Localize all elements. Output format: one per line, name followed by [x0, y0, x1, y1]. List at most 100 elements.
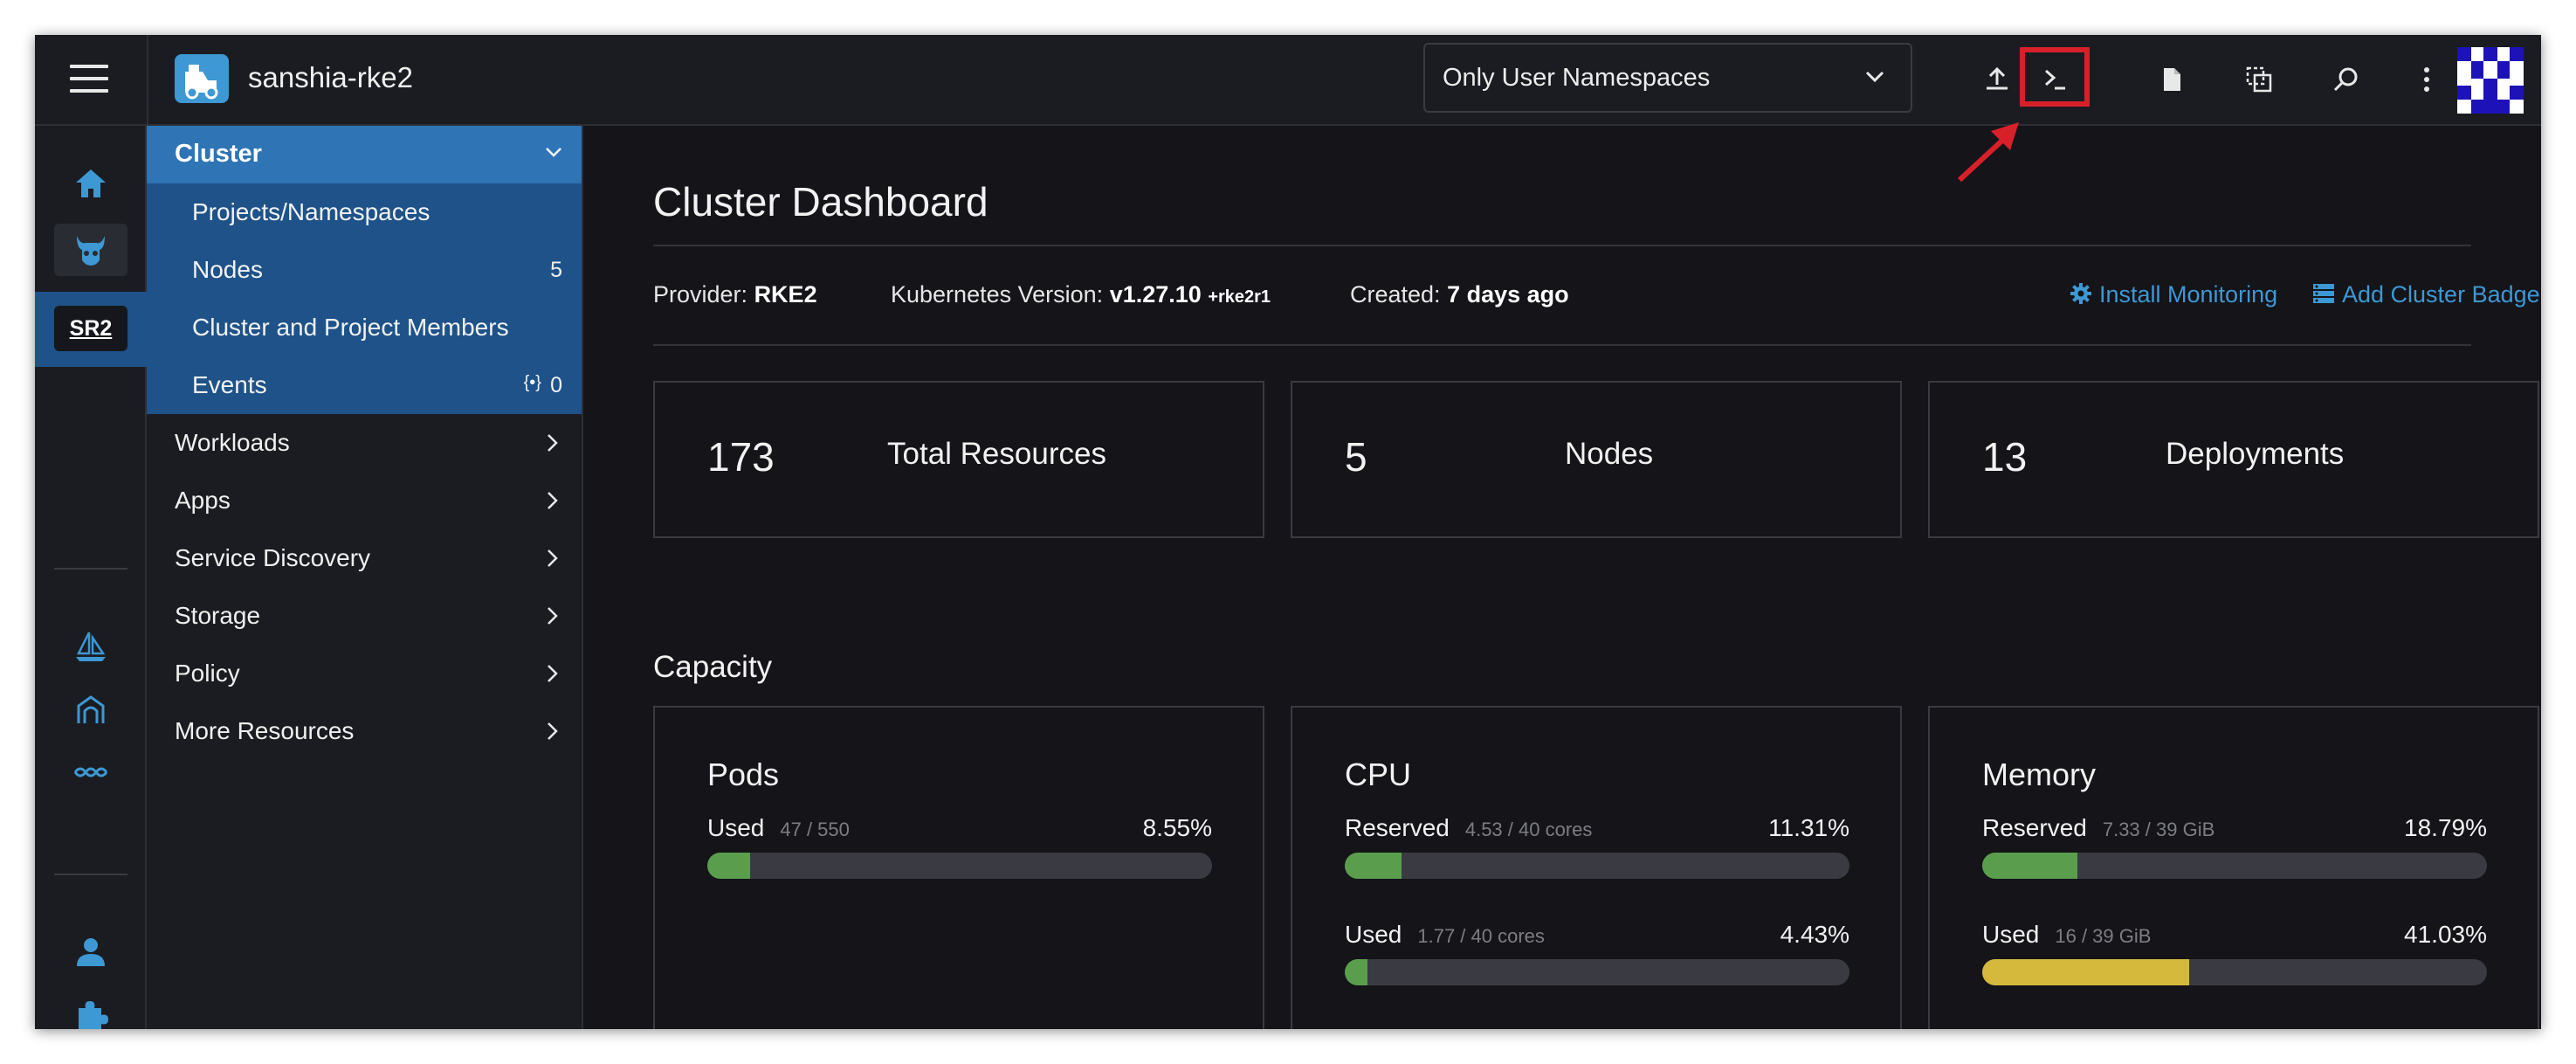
install-monitoring-label: Install Monitoring [2099, 281, 2278, 307]
cluster-name: sanshia-rke2 [248, 61, 413, 93]
rail-divider [54, 568, 127, 570]
add-cluster-badge-label: Add Cluster Badge [2342, 281, 2540, 307]
main-content: Cluster Dashboard Provider: RKE2 Kuberne… [585, 126, 2541, 1029]
nav-item-label: Events [192, 371, 267, 398]
gauge-percent: 4.43% [1780, 921, 1849, 948]
nav-group-label: Workloads [175, 429, 290, 456]
k8s-version-label: Kubernetes Version: [891, 281, 1104, 307]
memory-reserved-gauge: Reserved 7.33 / 39 GiB 18.79% [1982, 814, 2487, 893]
chevron-right-icon [548, 665, 558, 682]
nav-group-policy[interactable]: Policy [147, 645, 582, 702]
copy-kubeconfig-icon[interactable] [2237, 58, 2281, 101]
k8s-version-value: v1.27.10 [1109, 281, 1202, 307]
gauge-track [707, 853, 1212, 879]
hamburger-menu-icon[interactable] [70, 65, 108, 94]
gauge-percent: 18.79% [2404, 814, 2487, 841]
nav-group-more-resources[interactable]: More Resources [147, 702, 582, 760]
cluster-provider-logo [175, 54, 229, 103]
nav-item-projects-namespaces[interactable]: Projects/Namespaces [147, 183, 582, 241]
kubeconfig-file-icon[interactable] [2150, 58, 2194, 101]
provider-info: Provider: RKE2 [653, 281, 817, 308]
server-badge-icon [2313, 284, 2334, 303]
gauge-fill [1345, 853, 1402, 879]
gauge-label: Reserved [1982, 814, 2087, 841]
gauge-label: Used [707, 814, 765, 841]
gauge-track [1982, 959, 2487, 985]
capacity-card-pods: Pods Used 47 / 550 8.55% [653, 706, 1264, 1029]
namespace-filter-select[interactable]: Only User Namespaces [1423, 43, 1912, 113]
namespaced-icon: {•} [523, 373, 541, 392]
cluster-explorer-icon[interactable] [54, 224, 127, 276]
rail-divider [54, 874, 127, 875]
fleet-sailboat-icon[interactable] [66, 622, 115, 671]
stat-label: Deployments [2166, 437, 2345, 471]
created-info: Created: 7 days ago [1350, 281, 1569, 308]
cluster-badge-sr2[interactable]: SR2 [54, 306, 127, 351]
left-rail: SR2 [35, 126, 147, 1029]
stat-value: 13 [1982, 434, 2028, 480]
gauge-detail: 4.53 / 40 cores [1464, 819, 1593, 840]
user-avatar[interactable] [2457, 47, 2524, 114]
gauge-detail: 7.33 / 39 GiB [2102, 819, 2215, 840]
chevron-right-icon [548, 607, 558, 625]
app-window: sanshia-rke2 Only User Namespaces SR2 Cl… [35, 35, 2541, 1029]
chevron-right-icon [548, 434, 558, 452]
chevron-down-icon [1865, 71, 1884, 83]
gear-icon [2070, 283, 2091, 304]
pods-used-gauge: Used 47 / 550 8.55% [707, 814, 1212, 893]
nav-group-cluster: Cluster Projects/Namespaces Nodes 5 Clus… [147, 126, 582, 414]
stat-card-deployments[interactable]: 13 Deployments [1928, 381, 2539, 538]
kubernetes-version-info: Kubernetes Version: v1.27.10 +rke2r1 [891, 281, 1271, 308]
capacity-card-memory: Memory Reserved 7.33 / 39 GiB 18.79% Used… [1928, 706, 2539, 1029]
memory-used-gauge: Used 16 / 39 GiB 41.03% [1982, 921, 2487, 999]
nav-item-count: 0 [550, 373, 562, 397]
stat-label: Total Resources [887, 437, 1106, 471]
stat-value: 173 [707, 434, 775, 480]
chevron-down-icon [546, 148, 561, 157]
search-icon[interactable] [2325, 58, 2368, 101]
install-monitoring-link[interactable]: Install Monitoring [2070, 281, 2277, 308]
stat-card-nodes[interactable]: 5 Nodes [1291, 381, 1902, 538]
home-icon[interactable] [66, 159, 115, 208]
gauge-label: Used [1982, 921, 2040, 948]
more-options-icon[interactable] [2405, 58, 2449, 101]
header-divider [147, 35, 148, 126]
top-header: sanshia-rke2 Only User Namespaces [35, 35, 2541, 183]
nav-item-label: Projects/Namespaces [192, 198, 430, 225]
nav-item-label: Nodes [192, 256, 263, 283]
nav-item-events[interactable]: Events {•} 0 [147, 356, 582, 414]
gauge-fill [1982, 853, 2077, 879]
extensions-puzzle-icon[interactable] [66, 991, 115, 1029]
import-yaml-icon[interactable] [1975, 58, 2019, 101]
nav-group-storage[interactable]: Storage [147, 587, 582, 645]
extensions-braid-icon[interactable] [66, 748, 115, 797]
capacity-card-title: Pods [707, 757, 780, 792]
capacity-card-title: Memory [1982, 757, 2097, 792]
cpu-used-gauge: Used 1.77 / 40 cores 4.43% [1345, 921, 1849, 999]
stat-value: 5 [1345, 434, 1367, 480]
gauge-fill [1345, 959, 1367, 985]
gauge-detail: 16 / 39 GiB [2055, 925, 2152, 947]
created-label: Created: [1350, 281, 1441, 307]
nav-group-cluster-header[interactable]: Cluster [147, 126, 582, 183]
nav-group-label: More Resources [175, 717, 355, 744]
add-cluster-badge-link[interactable]: Add Cluster Badge [2312, 281, 2540, 308]
nav-item-cluster-project-members[interactable]: Cluster and Project Members [147, 299, 582, 356]
nav-item-count: 5 [550, 258, 562, 282]
highlight-box [2020, 47, 2090, 107]
stat-card-total-resources[interactable]: 173 Total Resources [653, 381, 1264, 538]
nav-group-service-discovery[interactable]: Service Discovery [147, 529, 582, 587]
nav-group-apps[interactable]: Apps [147, 472, 582, 529]
page-title: Cluster Dashboard [653, 179, 988, 225]
chevron-right-icon [548, 492, 558, 509]
nav-group-workloads[interactable]: Workloads [147, 414, 582, 472]
users-icon[interactable] [66, 928, 115, 977]
gauge-percent: 8.55% [1142, 814, 1212, 841]
provider-label: Provider: [653, 281, 748, 307]
virtualization-icon[interactable] [66, 685, 115, 734]
nav-item-nodes[interactable]: Nodes 5 [147, 241, 582, 299]
gauge-detail: 47 / 550 [780, 819, 850, 840]
nav-item-label: Cluster and Project Members [192, 314, 509, 341]
gauge-percent: 11.31% [1768, 814, 1849, 841]
cpu-reserved-gauge: Reserved 4.53 / 40 cores 11.31% [1345, 814, 1849, 893]
